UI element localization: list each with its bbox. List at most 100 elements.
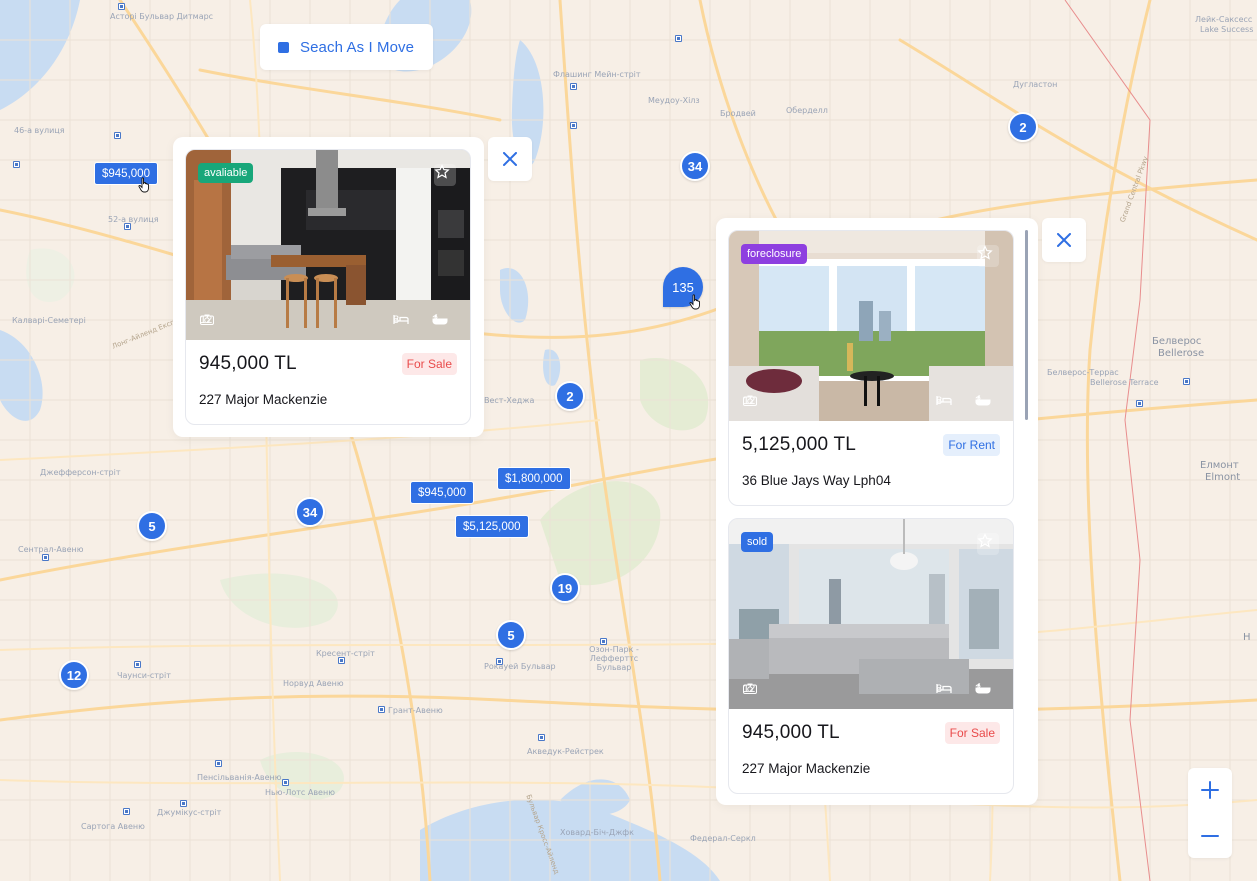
cluster-marker[interactable]: 12 bbox=[59, 660, 89, 690]
zoom-in-button[interactable] bbox=[1188, 768, 1232, 812]
hand-cursor-icon bbox=[138, 177, 149, 193]
price-marker[interactable]: $945,000 bbox=[410, 481, 474, 504]
map-label: Нью-Лотс Авеню bbox=[265, 788, 335, 797]
listing-photo[interactable]: foreclosure 12 8 3 bbox=[729, 231, 1013, 421]
metro-station-icon bbox=[282, 779, 289, 786]
metro-station-icon bbox=[570, 122, 577, 129]
price-marker[interactable]: $5,125,000 bbox=[455, 515, 529, 538]
favorite-button[interactable] bbox=[977, 533, 999, 555]
star-icon bbox=[977, 533, 993, 548]
metro-station-icon bbox=[124, 223, 131, 230]
cluster-marker[interactable]: 5 bbox=[496, 620, 526, 650]
map-label: Грант-Авеню bbox=[388, 706, 443, 715]
map-label: Дугластон bbox=[1013, 80, 1058, 89]
map-label: Федерал-Серкл bbox=[690, 834, 756, 843]
listing-address: 227 Major Mackenzie bbox=[199, 392, 328, 407]
metro-station-icon bbox=[134, 661, 141, 668]
status-badge: foreclosure bbox=[741, 244, 808, 264]
plus-icon bbox=[1201, 781, 1219, 799]
metro-station-icon bbox=[114, 132, 121, 139]
map-background bbox=[0, 0, 1257, 881]
star-icon bbox=[977, 245, 993, 260]
listing-price: 5,125,000 TL bbox=[742, 434, 857, 455]
metro-station-icon bbox=[13, 161, 20, 168]
close-popup-button[interactable] bbox=[488, 137, 532, 181]
bed-icon bbox=[393, 315, 409, 324]
listing-card[interactable]: avaliable 12 8 3 945,000 TL For Sale 2 bbox=[185, 149, 471, 425]
listing-list-popup[interactable]: foreclosure 12 8 3 5,125,000 TL For Rent bbox=[716, 218, 1038, 805]
map-label: Ховард-Біч-Джфк bbox=[560, 828, 634, 837]
map-label: Калварі-Семетері bbox=[12, 316, 86, 325]
favorite-button[interactable] bbox=[434, 164, 456, 186]
deal-type-tag: For Sale bbox=[401, 353, 457, 375]
favorite-button[interactable] bbox=[977, 245, 999, 267]
metro-station-icon bbox=[1183, 378, 1190, 385]
bed-count: 8 bbox=[936, 683, 952, 695]
listing-address: 227 Major Mackenzie bbox=[742, 761, 871, 776]
metro-station-icon bbox=[118, 3, 125, 10]
listing-photo[interactable]: avaliable 12 8 3 bbox=[186, 150, 470, 340]
map-label: Рокауей Бульвар bbox=[484, 662, 556, 671]
cluster-marker[interactable]: 2 bbox=[1008, 112, 1038, 142]
map-canvas[interactable]: Асторі Бульвар Дитмарс Лейк-Саксесс Lake… bbox=[0, 0, 1257, 881]
metro-station-icon bbox=[215, 760, 222, 767]
cluster-marker[interactable]: 34 bbox=[295, 497, 325, 527]
listing-card[interactable]: foreclosure 12 8 3 5,125,000 TL For Rent bbox=[728, 230, 1014, 506]
close-popup-button[interactable] bbox=[1042, 218, 1086, 262]
map-label: Lake Success bbox=[1200, 25, 1254, 34]
map-label: Лейк-Саксесс bbox=[1195, 15, 1253, 24]
photo-count: 12 bbox=[743, 395, 757, 407]
cluster-marker[interactable]: 34 bbox=[680, 151, 710, 181]
bathtub-icon bbox=[975, 395, 991, 406]
search-as-i-move-toggle[interactable]: Seach As I Move bbox=[260, 24, 433, 70]
map-label: 46-а вулиця bbox=[14, 126, 65, 135]
listing-price: 945,000 TL bbox=[742, 722, 840, 743]
photo-count: 12 bbox=[743, 683, 757, 695]
map-label: Оберделл bbox=[786, 106, 828, 115]
close-icon bbox=[1057, 233, 1071, 247]
metro-station-icon bbox=[675, 35, 682, 42]
metro-station-icon bbox=[538, 734, 545, 741]
map-label: Белверос bbox=[1152, 336, 1202, 347]
map-label: Elmont bbox=[1205, 472, 1241, 483]
map-label: Сентрал-Авеню bbox=[18, 545, 84, 554]
bath-count: 3 bbox=[975, 395, 991, 407]
status-badge: avaliable bbox=[198, 163, 254, 183]
metro-station-icon bbox=[1136, 400, 1143, 407]
listing-card[interactable]: sold 12 8 3 945,000 TL For Sale 227 Ma bbox=[728, 518, 1014, 794]
deal-type-tag: For Sale bbox=[944, 722, 1000, 744]
bath-count: 3 bbox=[975, 683, 991, 695]
cluster-marker[interactable]: 5 bbox=[137, 511, 167, 541]
map-label: Bellerose bbox=[1158, 348, 1205, 359]
map-label: Джумікус-стріт bbox=[157, 808, 222, 817]
metro-station-icon bbox=[42, 554, 49, 561]
photo-count: 12 bbox=[200, 314, 214, 326]
cluster-marker[interactable]: 2 bbox=[555, 381, 585, 411]
metro-station-icon bbox=[600, 638, 607, 645]
star-icon bbox=[434, 164, 450, 179]
map-label: Н bbox=[1243, 632, 1251, 643]
minus-icon bbox=[1201, 835, 1219, 837]
deal-type-tag: For Rent bbox=[943, 434, 1000, 456]
map-label: Пенсільванія-Авеню bbox=[197, 773, 282, 782]
metro-station-icon bbox=[123, 808, 130, 815]
metro-station-icon bbox=[378, 706, 385, 713]
metro-station-icon bbox=[180, 800, 187, 807]
bath-count: 3 bbox=[432, 314, 448, 326]
price-marker[interactable]: $1,800,000 bbox=[497, 467, 571, 490]
camera-icon bbox=[743, 395, 757, 406]
checkbox[interactable] bbox=[278, 41, 289, 53]
listing-photo[interactable]: sold 12 8 3 bbox=[729, 519, 1013, 709]
metro-station-icon bbox=[570, 83, 577, 90]
scrollbar-thumb[interactable] bbox=[1025, 230, 1028, 420]
metro-station-icon bbox=[338, 657, 345, 664]
map-label: Асторі Бульвар Дитмарс bbox=[110, 12, 214, 21]
map-label: Сартога Авеню bbox=[81, 822, 145, 831]
map-label: Вест-Хеджа bbox=[484, 396, 535, 405]
bed-count: 8 bbox=[393, 314, 409, 326]
zoom-out-button[interactable] bbox=[1188, 814, 1232, 858]
metro-station-icon bbox=[496, 658, 503, 665]
cluster-marker[interactable]: 19 bbox=[550, 573, 580, 603]
map-label: Флашинг Мейн-стріт bbox=[553, 70, 641, 79]
bed-icon bbox=[936, 684, 952, 693]
